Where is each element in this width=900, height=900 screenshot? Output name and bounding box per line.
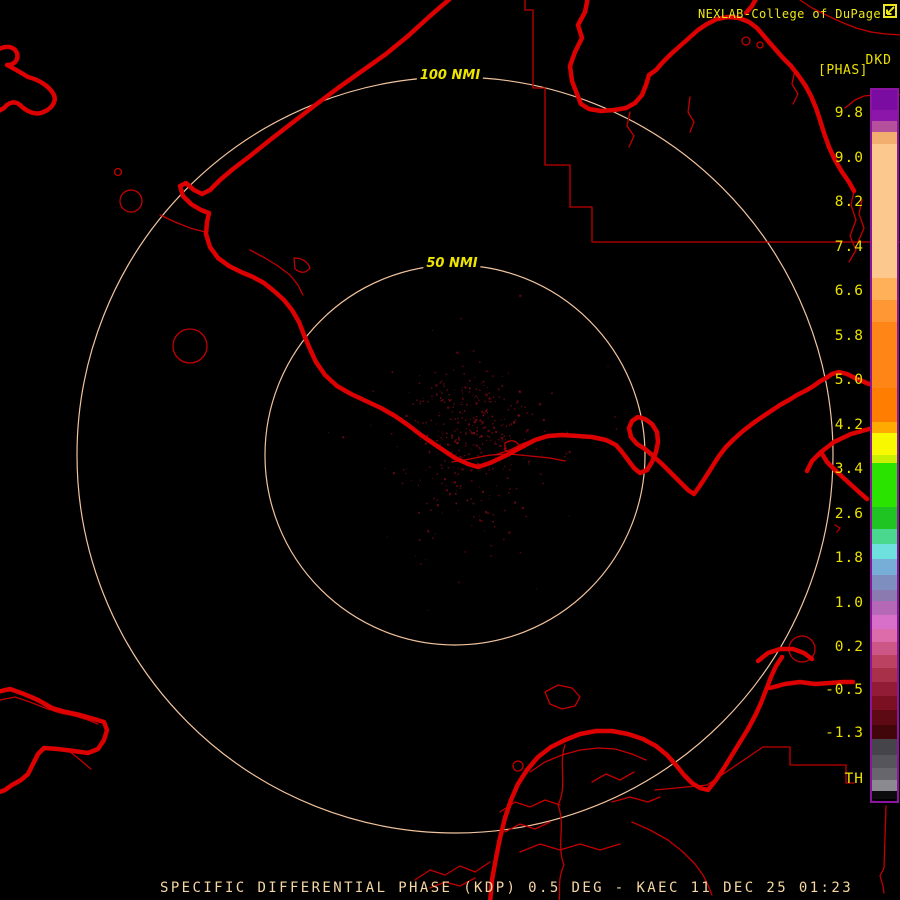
product-phase-label: [PHAS]	[818, 63, 868, 78]
colorbar-segment	[872, 725, 897, 739]
colorbar-tick-label: -0.5	[825, 682, 864, 698]
colorbar-segment	[872, 463, 897, 507]
colorbar-segment	[872, 768, 897, 780]
colorbar-segment	[872, 278, 897, 300]
colorbar-segment	[872, 642, 897, 655]
product-code-label: DKD	[865, 53, 892, 68]
colorbar-segment	[872, 144, 897, 278]
radar-echoes	[328, 294, 618, 611]
colorbar-segment	[872, 668, 897, 682]
colorbar-tick-label: 5.0	[834, 372, 864, 388]
colorbar	[870, 88, 899, 803]
colorbar-segment	[872, 559, 897, 575]
colorbar-segment	[872, 529, 897, 544]
colorbar-segment	[872, 507, 897, 529]
colorbar-segment	[872, 615, 897, 629]
colorbar-tick-label: TH	[844, 771, 864, 787]
brand-title: NEXLAB-College of DuPage	[698, 7, 881, 21]
status-bar: SPECIFIC DIFFERENTIAL PHASE (KDP) 0.5 DE…	[160, 880, 854, 896]
popout-icon	[883, 4, 897, 18]
colorbar-tick-label: 4.2	[834, 416, 864, 433]
colorbar-tick-label: 1.0	[834, 594, 864, 611]
colorbar-tick-label: 8.2	[834, 194, 864, 210]
colorbar-segment	[872, 121, 897, 132]
colorbar-segment	[872, 780, 897, 791]
colorbar-segment	[872, 132, 897, 144]
colorbar-segment	[872, 655, 897, 668]
colorbar-segment	[872, 90, 897, 110]
colorbar-segment	[872, 739, 897, 755]
colorbar-segment	[872, 601, 897, 615]
colorbar-segment	[872, 696, 897, 710]
colorbar-tick-label: 3.4	[834, 461, 864, 477]
colorbar-segment	[872, 110, 897, 121]
colorbar-segment	[872, 755, 897, 768]
colorbar-segment	[872, 629, 897, 642]
colorbar-segment	[872, 590, 897, 601]
colorbar-segment	[872, 682, 897, 696]
range-ring-label-50nmi: 50 NMI	[423, 256, 481, 271]
colorbar-tick-label: 1.8	[834, 550, 864, 566]
radar-map-canvas	[0, 0, 900, 900]
colorbar-tick-label: 5.8	[834, 327, 864, 344]
map-outlines-thin	[0, 0, 900, 900]
range-ring-50nmi	[264, 264, 646, 646]
colorbar-segment	[872, 322, 897, 388]
colorbar-tick-label: 6.6	[834, 283, 864, 299]
colorbar-segment	[872, 433, 897, 455]
colorbar-segment	[872, 575, 897, 590]
colorbar-tick-label: -1.3	[825, 725, 864, 741]
colorbar-segment	[872, 710, 897, 725]
map-outlines-thick	[0, 0, 872, 900]
colorbar-segment	[872, 544, 897, 559]
colorbar-tick-label: 9.8	[834, 105, 864, 121]
colorbar-tick-label: 0.2	[834, 639, 864, 655]
colorbar-tick-label: 9.0	[834, 149, 864, 166]
colorbar-segment	[872, 300, 897, 322]
colorbar-tick-label: 7.4	[834, 238, 864, 255]
colorbar-segment	[872, 388, 897, 422]
colorbar-segment	[872, 422, 897, 433]
colorbar-tick-label: 2.6	[834, 505, 864, 522]
range-ring-label-100nmi: 100 NMI	[416, 68, 484, 83]
radar-display: 100 NMI 50 NMI NEXLAB-College of DuPage …	[0, 0, 900, 900]
colorbar-segment	[872, 791, 897, 799]
colorbar-segment	[872, 455, 897, 463]
